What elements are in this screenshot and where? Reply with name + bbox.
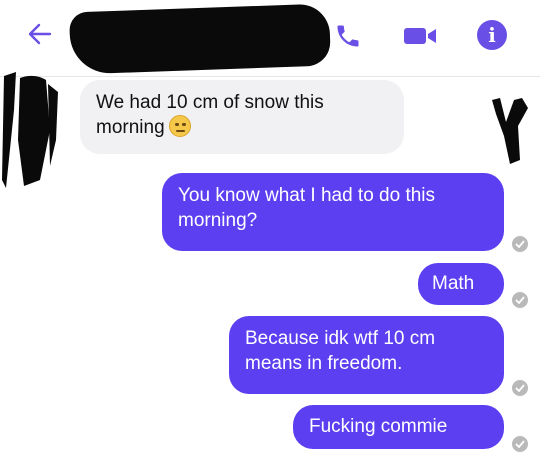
read-receipt-icon	[512, 236, 528, 252]
message-text: Math	[432, 273, 475, 294]
read-receipt-icon	[512, 380, 528, 396]
outgoing-message-bubble: Because idk wtf 10 cm means in freedom.	[229, 316, 504, 394]
chat-header: i	[0, 0, 540, 77]
phone-icon[interactable]	[334, 22, 362, 50]
read-receipt-icon	[512, 292, 528, 308]
outgoing-message-bubble: Math	[418, 263, 504, 305]
read-receipt-icon	[512, 436, 528, 452]
message-text: We had 10 cm of snow this morning	[96, 92, 324, 138]
redacted-avatar-scribble-right	[492, 98, 528, 164]
outgoing-message-bubble: Fucking commie	[293, 405, 504, 449]
arrow-left-icon[interactable]	[26, 20, 54, 48]
incoming-message-bubble: We had 10 cm of snow this morning	[80, 80, 404, 154]
redacted-contact-name-scribble	[150, 36, 300, 66]
info-icon[interactable]: i	[477, 20, 507, 50]
message-text: Because idk wtf 10 cm means in freedom.	[245, 328, 436, 374]
message-text: Fucking commie	[309, 416, 448, 437]
redacted-avatar-scribble	[2, 72, 58, 188]
frowning-face-emoji	[168, 115, 191, 137]
outgoing-message-bubble: You know what I had to do this morning?	[162, 173, 504, 251]
message-text: You know what I had to do this morning?	[178, 185, 436, 231]
video-camera-icon[interactable]	[402, 24, 438, 48]
